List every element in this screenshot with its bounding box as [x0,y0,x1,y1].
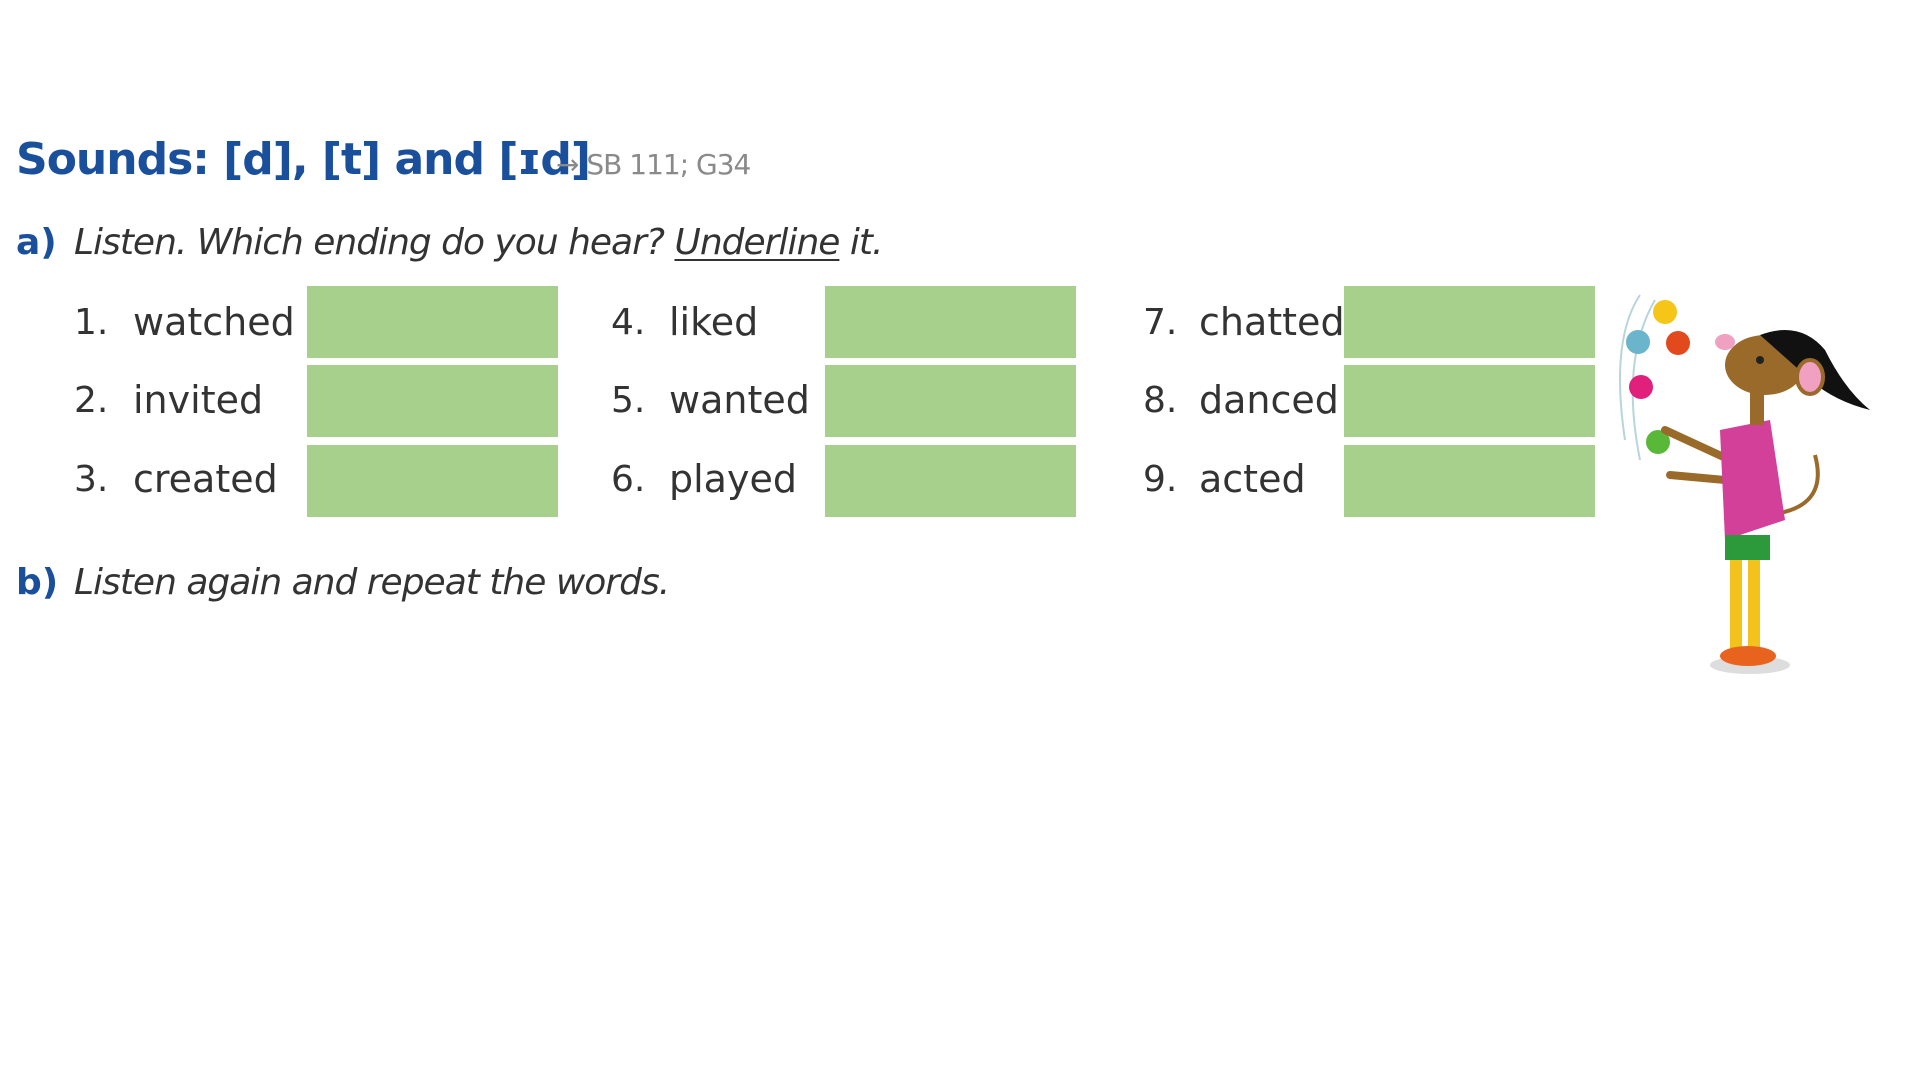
answer-box-8[interactable] [1344,365,1595,437]
task-b-label: b) [16,562,59,603]
item-number: 8. [1143,380,1178,421]
answer-box-9[interactable] [1344,445,1595,517]
answer-box-7[interactable] [1344,286,1595,358]
item-word: watched [133,300,295,344]
instruction-text-end: it. [839,222,884,263]
instruction-text: Listen. Which ending do you hear? [74,222,675,263]
item-number: 3. [74,459,109,500]
item-word: created [133,457,278,501]
item-number: 6. [611,459,646,500]
arrow-right-icon: → [556,148,579,181]
item-number: 9. [1143,459,1178,500]
item-word: danced [1199,378,1339,422]
answer-box-4[interactable] [825,286,1076,358]
item-word: chatted [1199,300,1345,344]
answer-box-2[interactable] [307,365,558,437]
item-number: 5. [611,380,646,421]
item-word: wanted [669,378,810,422]
page-title: Sounds: [d], [t] and [ɪd] [16,134,591,185]
reference-text: SB 111; G34 [586,148,751,181]
item-number: 7. [1143,302,1178,343]
item-number: 4. [611,302,646,343]
task-a-instruction: Listen. Which ending do you hear? Underl… [74,222,884,263]
answer-box-1[interactable] [307,286,558,358]
item-number: 2. [74,380,109,421]
item-word: liked [669,300,759,344]
reference: → SB 111; G34 [556,148,751,181]
answer-box-6[interactable] [825,445,1076,517]
juggling-mouse-illustration [1619,294,1870,674]
task-a-label: a) [16,222,57,263]
answer-box-5[interactable] [825,365,1076,437]
item-word: acted [1199,457,1306,501]
item-number: 1. [74,302,109,343]
item-word: invited [133,378,264,422]
task-b-instruction: Listen again and repeat the words. [74,562,670,603]
answer-box-3[interactable] [307,445,558,517]
instruction-underlined-word: Underline [674,222,840,263]
item-word: played [669,457,797,501]
